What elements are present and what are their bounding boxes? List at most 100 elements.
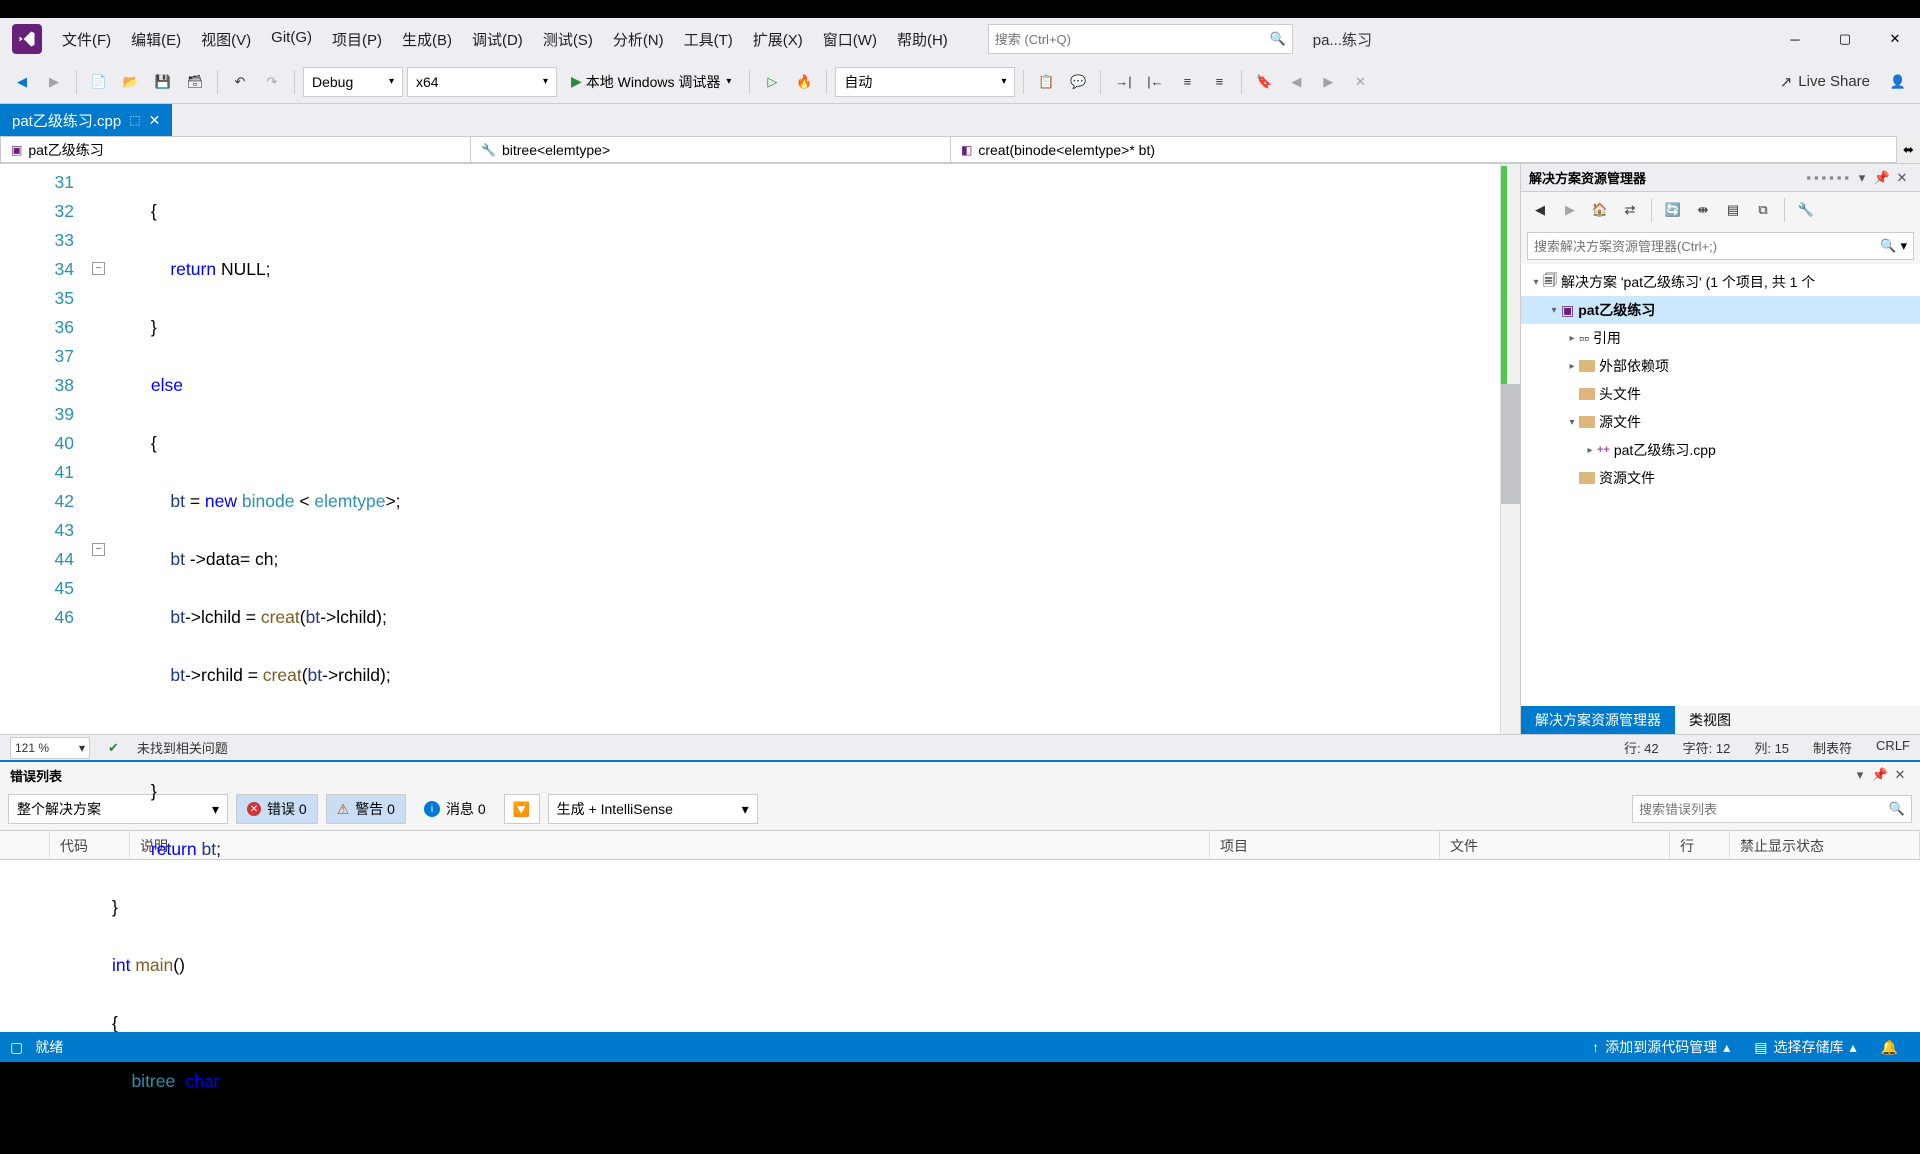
menu-edit[interactable]: 编辑(E) xyxy=(121,19,191,60)
se-home-button[interactable]: 🏠 xyxy=(1587,197,1613,223)
col-icon[interactable] xyxy=(0,831,50,859)
se-properties-button[interactable]: 🔧 xyxy=(1793,197,1819,223)
panel-pin-button[interactable]: 📌 xyxy=(1872,170,1892,186)
dropdown-icon[interactable]: ▾ xyxy=(1900,238,1907,254)
repo-select-button[interactable]: ▤选择存储库 ▴ xyxy=(1742,1037,1868,1057)
function-dropdown[interactable]: ◧ creat(binode<elemtype>* bt) xyxy=(950,136,1896,163)
toolbox-button[interactable]: 📋 xyxy=(1032,68,1060,96)
error-search[interactable]: 🔍 xyxy=(1632,795,1912,823)
zoom-dropdown[interactable]: 121 %▾ xyxy=(10,737,90,759)
folder-icon xyxy=(1579,360,1595,372)
se-search-input[interactable] xyxy=(1534,239,1880,254)
start-no-debug-button[interactable]: ▷ xyxy=(758,68,786,96)
menu-project[interactable]: 项目(P) xyxy=(322,19,392,60)
outdent-button[interactable]: |← xyxy=(1141,68,1169,96)
se-preview-button[interactable]: ⧉ xyxy=(1750,197,1776,223)
tab-file[interactable]: pat乙级练习.cpp ⬚ ✕ xyxy=(0,104,172,136)
platform-dropdown[interactable]: x64▾ xyxy=(407,67,557,97)
comment-button[interactable]: 💬 xyxy=(1064,68,1092,96)
config-dropdown[interactable]: Debug▾ xyxy=(303,67,403,97)
tab-close-button[interactable]: ✕ xyxy=(149,112,161,129)
fold-toggle[interactable]: − xyxy=(92,262,105,275)
se-refresh-button[interactable]: 🔄 xyxy=(1660,197,1686,223)
notifications-button[interactable]: 🔔 xyxy=(1869,1037,1910,1057)
prev-bookmark-button[interactable]: ◀ xyxy=(1282,68,1310,96)
close-button[interactable]: ✕ xyxy=(1870,18,1920,60)
menu-file[interactable]: 文件(F) xyxy=(52,19,121,60)
panel-pin-button[interactable]: 📌 xyxy=(1870,767,1890,783)
indent-mode: 制表符 xyxy=(1813,738,1852,757)
search-icon: 🔍 xyxy=(1889,801,1905,817)
tree-source-file[interactable]: ▸ ++ pat乙级练习.cpp xyxy=(1521,436,1920,464)
panel-close-button[interactable]: ✕ xyxy=(1890,767,1910,783)
tab-solution-explorer[interactable]: 解决方案资源管理器 xyxy=(1521,706,1675,734)
error-search-input[interactable] xyxy=(1639,802,1889,817)
menu-test[interactable]: 测试(S) xyxy=(533,19,603,60)
search-input[interactable] xyxy=(995,32,1270,47)
solution-explorer: 解决方案资源管理器 ▪▪▪▪▪▪ ▾ 📌 ✕ ◀ ▶ 🏠 ⇄ 🔄 ⇼ ▤ ⧉ 🔧 xyxy=(1520,164,1920,734)
indent-button[interactable]: →| xyxy=(1109,68,1137,96)
share-icon: ↗ xyxy=(1780,73,1793,91)
nav-forward-button[interactable]: ▶ xyxy=(40,68,68,96)
col-suppress[interactable]: 禁止显示状态 xyxy=(1730,831,1920,859)
bookmark-button[interactable]: 🔖 xyxy=(1250,68,1278,96)
se-back-button[interactable]: ◀ xyxy=(1527,197,1553,223)
save-all-button[interactable]: 🗃 xyxy=(181,68,209,96)
se-sync-button[interactable]: ⇄ xyxy=(1617,197,1643,223)
tree-headers[interactable]: 头文件 xyxy=(1521,380,1920,408)
new-project-button[interactable]: 📄 xyxy=(85,68,113,96)
redo-button[interactable]: ↷ xyxy=(258,68,286,96)
open-button[interactable]: 📂 xyxy=(117,68,145,96)
project-dropdown[interactable]: ▣ pat乙级练习 xyxy=(0,136,470,163)
menu-extensions[interactable]: 扩展(X) xyxy=(743,19,813,60)
class-dropdown[interactable]: 🔧 bitree<elemtype> xyxy=(470,136,950,163)
menu-git[interactable]: Git(G) xyxy=(261,19,322,60)
tree-project[interactable]: ▾ ▣ pat乙级练习 xyxy=(1521,296,1920,324)
format-button[interactable]: ≡ xyxy=(1173,68,1201,96)
menu-help[interactable]: 帮助(H) xyxy=(887,19,958,60)
tree-resources[interactable]: 资源文件 xyxy=(1521,464,1920,492)
uncomment-button[interactable]: ≡ xyxy=(1205,68,1233,96)
panel-close-button[interactable]: ✕ xyxy=(1892,170,1912,186)
split-button[interactable]: ⬌ xyxy=(1896,136,1920,163)
statusbar: ▢ 就绪 ↑添加到源代码管理 ▴ ▤选择存储库 ▴ 🔔 xyxy=(0,1032,1920,1062)
next-bookmark-button[interactable]: ▶ xyxy=(1314,68,1342,96)
menu-debug[interactable]: 调试(D) xyxy=(462,19,533,60)
output-icon[interactable]: ▢ xyxy=(10,1039,23,1056)
code-content[interactable]: { return NULL; } else { bt = new binode … xyxy=(112,164,1500,734)
liveshare-button[interactable]: ↗Live Share xyxy=(1770,73,1880,91)
tree-external-deps[interactable]: ▸ 外部依赖项 xyxy=(1521,352,1920,380)
menu-window[interactable]: 窗口(W) xyxy=(813,19,887,60)
se-search[interactable]: 🔍 ▾ xyxy=(1527,232,1914,260)
clear-bookmark-button[interactable]: ✕ xyxy=(1346,68,1374,96)
account-button[interactable]: 👤 xyxy=(1884,68,1912,96)
tree-source[interactable]: ▾ 源文件 xyxy=(1521,408,1920,436)
se-showall-button[interactable]: ▤ xyxy=(1720,197,1746,223)
undo-button[interactable]: ↶ xyxy=(226,68,254,96)
maximize-button[interactable]: ▢ xyxy=(1820,18,1870,60)
pin-icon[interactable]: ⬚ xyxy=(129,113,140,127)
panel-dropdown-button[interactable]: ▾ xyxy=(1852,170,1872,186)
vertical-scrollbar[interactable] xyxy=(1500,164,1520,734)
fold-toggle[interactable]: − xyxy=(92,543,105,556)
code-editor[interactable]: 313233 343536 373839 404142 434445 46 − … xyxy=(0,164,1520,734)
nav-back-button[interactable]: ◀ xyxy=(8,68,36,96)
se-forward-button[interactable]: ▶ xyxy=(1557,197,1583,223)
tab-class-view[interactable]: 类视图 xyxy=(1675,706,1745,734)
git-add-button[interactable]: ↑添加到源代码管理 ▴ xyxy=(1580,1037,1742,1057)
menu-tools[interactable]: 工具(T) xyxy=(674,19,743,60)
menu-build[interactable]: 生成(B) xyxy=(392,19,462,60)
save-button[interactable]: 💾 xyxy=(149,68,177,96)
hot-reload-button[interactable]: 🔥 xyxy=(790,68,818,96)
minimize-button[interactable]: ─ xyxy=(1770,18,1820,60)
tree-solution-root[interactable]: ▾ 🗐 解决方案 'pat乙级练习' (1 个项目, 共 1 个 xyxy=(1521,268,1920,296)
global-search[interactable]: 🔍 xyxy=(988,24,1293,54)
menu-analyze[interactable]: 分析(N) xyxy=(603,19,674,60)
se-collapse-button[interactable]: ⇼ xyxy=(1690,197,1716,223)
tree-references[interactable]: ▸ ▫▫ 引用 xyxy=(1521,324,1920,352)
run-button[interactable]: ▶本地 Windows 调试器▾ xyxy=(561,67,741,97)
col-line[interactable]: 行 xyxy=(1670,831,1730,859)
menu-view[interactable]: 视图(V) xyxy=(191,19,261,60)
panel-dropdown-button[interactable]: ▾ xyxy=(1850,767,1870,783)
auto-dropdown[interactable]: 自动▾ xyxy=(835,67,1015,97)
